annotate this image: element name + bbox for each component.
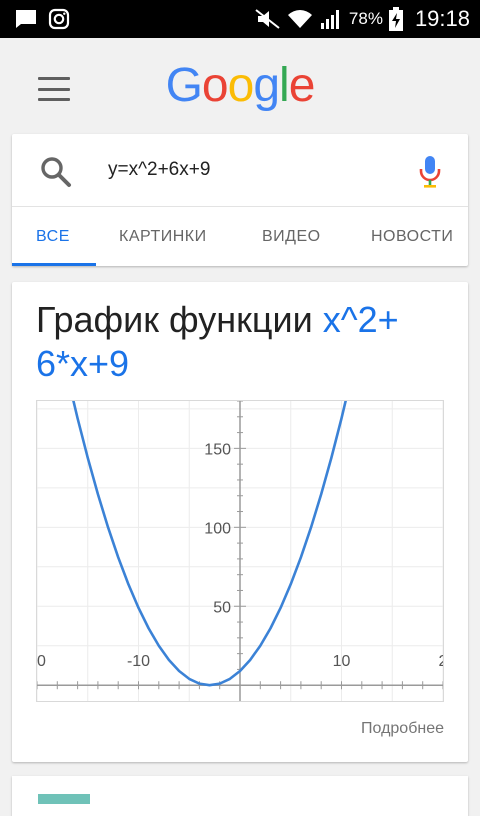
logo-letter: o (227, 59, 255, 112)
clock: 19:18 (414, 6, 470, 31)
header: Google (0, 38, 480, 138)
active-tab-indicator (12, 263, 96, 266)
chat-icon (14, 8, 38, 30)
mute-icon (255, 8, 281, 30)
microphone-icon[interactable] (416, 154, 444, 190)
function-graph[interactable]: 20 -10 10 2 50 100 150 (28, 375, 448, 702)
y-tick-label: 50 (213, 599, 231, 616)
battery-charging-icon (388, 7, 403, 31)
x-tick-label: 2 (439, 653, 443, 670)
result-title: График функции x^2+ 6*x+9 (36, 298, 446, 386)
instagram-icon (48, 8, 70, 30)
search-tabs: ВСЕ КАРТИНКИ ВИДЕО НОВОСТИ (12, 206, 468, 266)
search-bar (12, 134, 468, 207)
tab-news[interactable]: НОВОСТИ (371, 206, 453, 266)
tab-video[interactable]: ВИДЕО (262, 206, 321, 266)
status-bar: 78% 19:18 (0, 0, 480, 38)
search-input[interactable] (108, 156, 398, 184)
battery-percent: 78% (348, 9, 383, 28)
graph-result-card: График функции x^2+ 6*x+9 20 -10 10 2 50 100 1… (12, 282, 468, 762)
next-result-thumbnail (38, 794, 90, 804)
tab-images[interactable]: КАРТИНКИ (119, 206, 207, 266)
tab-all[interactable]: ВСЕ (36, 206, 70, 266)
wifi-icon (287, 8, 313, 30)
result-title-prefix: График функции (36, 299, 323, 340)
logo-letter: G (165, 59, 203, 112)
more-details-link[interactable]: Подробнее (361, 720, 444, 738)
x-tick-label: 10 (333, 653, 351, 670)
x-tick-label: -10 (127, 653, 150, 670)
logo-letter: o (201, 59, 229, 112)
y-tick-label: 100 (204, 520, 231, 537)
logo-letter: e (288, 59, 316, 112)
y-tick-label: 150 (204, 441, 231, 458)
search-card: ВСЕ КАРТИНКИ ВИДЕО НОВОСТИ (12, 134, 468, 266)
logo-letter: g (253, 59, 280, 112)
signal-icon (319, 8, 343, 30)
search-icon[interactable] (38, 154, 74, 190)
x-tick-label: 20 (37, 653, 46, 670)
next-result-card[interactable] (12, 776, 468, 816)
logo-letter: l (279, 59, 290, 112)
google-logo[interactable]: Google (0, 58, 480, 114)
function-graph-svg: 20 -10 10 2 50 100 150 (28, 375, 448, 701)
